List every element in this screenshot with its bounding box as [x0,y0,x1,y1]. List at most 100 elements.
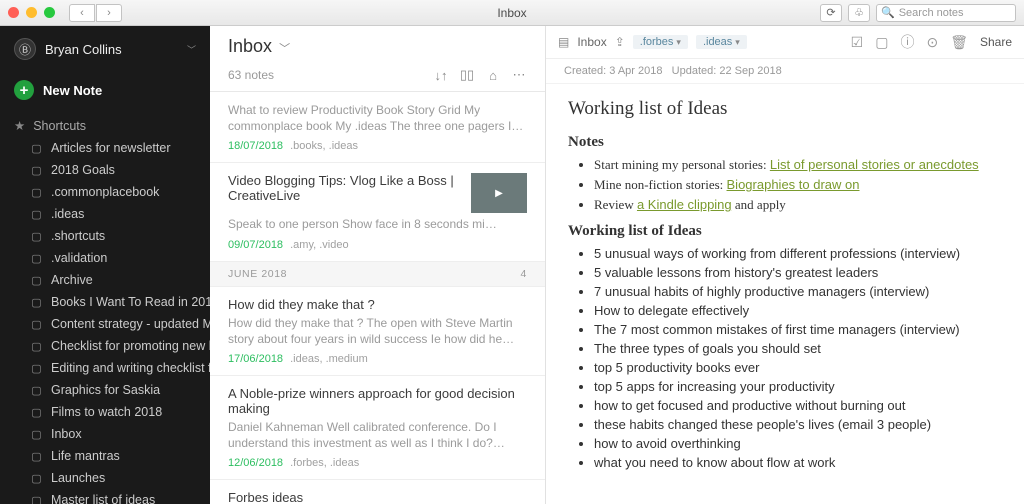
sidebar-item[interactable]: ▢ Films to watch 2018 [0,401,210,423]
list-item: how to avoid overthinking [594,436,1002,451]
note-detail-panel: ▤ Inbox ⇪ .forbes ▾ .ideas ▾ ☑ ▢ ⓘ ⊙ 🗑 S… [546,26,1024,504]
note-link[interactable]: List of personal stories or anecdotes [770,157,979,172]
sidebar: Ⓑ Bryan Collins ﹀ + New Note ★ Shortcuts… [0,26,210,504]
note-thumbnail: ▶ [471,173,527,213]
note-item-date: 12/06/2018 [228,457,283,469]
chevron-down-icon: ﹀ [279,43,290,55]
nav-back-button[interactable]: ‹ [69,4,95,22]
new-note-button[interactable]: + New Note [0,72,210,108]
sidebar-item[interactable]: ▢Graphics for Saskia [0,379,210,401]
list-item: The 7 most common mistakes of first time… [594,322,1002,337]
sidebar-item[interactable]: ▢Launches [0,467,210,489]
list-item: How to delegate effectively [594,303,1002,318]
user-avatar-icon: Ⓑ [14,38,36,60]
note-list-panel: Inbox ﹀ 63 notes ↓↑ ▯▯ ⌂ ⋯ What to revie… [210,26,546,504]
tag-chip[interactable]: .ideas ▾ [696,35,747,49]
share-button[interactable]: Share [980,35,1012,49]
sidebar-item-label: Films to watch 2018 [51,405,162,419]
sidebar-item[interactable]: ▢.commonplacebook [0,181,210,203]
sort-button[interactable]: ↓↑ [433,67,449,83]
nav-forward-button[interactable]: › [96,4,122,22]
window-title: Inbox [497,6,526,20]
note-item-title: How did they make that ? [228,297,375,312]
note-icon: ▢ [30,230,43,243]
notebook-title[interactable]: Inbox ﹀ [228,36,290,56]
present-icon[interactable]: ▢ [875,34,888,51]
sidebar-item[interactable]: ▢.shortcuts [0,225,210,247]
sidebar-item[interactable]: ▢Inbox [0,423,210,445]
sidebar-item-label: Archive [51,273,93,287]
note-list-item[interactable]: Video Blogging Tips: Vlog Like a Boss | … [210,163,545,261]
sidebar-item[interactable]: ▢Life mantras [0,445,210,467]
sidebar-item[interactable]: ▢Articles for newsletter [0,137,210,159]
trash-icon[interactable]: 🗑 [950,34,968,51]
more-options-button[interactable]: ⋯ [511,67,527,83]
note-item-title: A Noble-prize winners approach for good … [228,386,527,416]
list-item: top 5 apps for increasing your productiv… [594,379,1002,394]
note-list-item[interactable]: Forbes ideasLinear progression vs norm f… [210,480,545,504]
sidebar-item-label: Books I Want To Read in 2018 [51,295,210,309]
maximize-window-button[interactable] [44,7,55,18]
sidebar-item-label: Launches [51,471,105,485]
sidebar-item-label: 2018 Goals [51,163,115,177]
minimize-window-button[interactable] [26,7,37,18]
note-list-item[interactable]: A Noble-prize winners approach for good … [210,376,545,480]
search-placeholder: Search notes [899,7,964,19]
section-heading: Working list of Ideas [568,223,1002,240]
sidebar-item[interactable]: ▢ Editing and writing checklist for… [0,357,210,379]
filter-button[interactable]: ⌂ [485,67,501,83]
note-icon: ▢ [30,186,43,199]
sidebar-item-label: Life mantras [51,449,120,463]
sidebar-item[interactable]: ▢ 2018 Goals [0,159,210,181]
note-icon: ▢ [30,318,43,331]
star-icon: ★ [14,118,25,133]
sidebar-item-label: Content strategy - updated Marc… [51,317,210,331]
month-separator: JUNE 20184 [210,262,545,287]
note-item-snippet: What to review Productivity Book Story G… [228,102,527,134]
share-notebook-icon[interactable]: ⇪ [615,35,625,49]
plus-icon: + [14,80,34,100]
section-heading: Notes [568,134,1002,151]
note-item-snippet: Speak to one person Show face in 8 secon… [228,216,527,232]
note-list-item[interactable]: How did they make that ?How did they mak… [210,287,545,376]
sync-button[interactable]: ⟳ [820,4,842,22]
note-list-item[interactable]: What to review Productivity Book Story G… [210,92,545,163]
note-body[interactable]: Working list of Ideas Notes Start mining… [546,84,1024,488]
sidebar-item[interactable]: ▢Books I Want To Read in 2018 [0,291,210,313]
info-icon[interactable]: ⓘ [900,32,914,52]
list-item: 5 unusual ways of working from different… [594,246,1002,261]
note-title-heading: Working list of Ideas [568,98,1002,120]
sidebar-item-label: Master list of ideas [51,493,155,504]
sidebar-item[interactable]: ▢Master list of ideas [0,489,210,504]
note-link[interactable]: Biographies to draw on [727,177,860,192]
note-icon: ▢ [30,362,43,375]
search-input[interactable]: 🔍Search notes [876,4,1016,22]
shortcuts-header[interactable]: ★ Shortcuts [0,108,210,137]
sidebar-item[interactable]: ▢Archive [0,269,210,291]
note-item-snippet: Daniel Kahneman Well calibrated conferen… [228,419,527,451]
view-toggle-button[interactable]: ▯▯ [459,67,475,83]
history-icon[interactable]: ⊙ [926,34,938,51]
notifications-button[interactable]: ♧ [848,4,870,22]
sidebar-item[interactable]: ▢Checklist for promoting new blo… [0,335,210,357]
account-row[interactable]: Ⓑ Bryan Collins ﹀ [0,26,210,72]
note-icon: ▢ [30,164,43,177]
sidebar-item-label: Editing and writing checklist for… [51,361,210,375]
notebook-icon: ▤ [558,35,569,49]
note-link[interactable]: a Kindle clipping [637,197,732,212]
sidebar-item[interactable]: ▢ Content strategy - updated Marc… [0,313,210,335]
tag-chip[interactable]: .forbes ▾ [633,35,688,49]
sidebar-item[interactable]: ▢.validation [0,247,210,269]
sidebar-item[interactable]: ▢.ideas [0,203,210,225]
note-item-title: Forbes ideas [228,490,303,504]
note-icon: ▢ [30,406,43,419]
note-icon: ▢ [30,208,43,221]
sidebar-item-label: Checklist for promoting new blo… [51,339,210,353]
close-window-button[interactable] [8,7,19,18]
note-item-tags: .amy, .video [287,239,349,251]
note-icon: ▢ [30,384,43,397]
sidebar-item-label: .validation [51,251,107,265]
reminder-icon[interactable]: ☑ [851,34,864,51]
breadcrumb[interactable]: Inbox [577,35,606,49]
window-controls [8,7,55,18]
